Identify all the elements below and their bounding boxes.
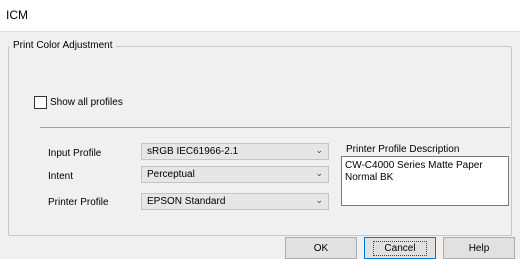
intent-dropdown[interactable]: Perceptual ⌄ [141,166,329,183]
window-title: ICM [6,8,28,22]
printer-profile-dropdown[interactable]: EPSON Standard ⌄ [141,193,329,210]
intent-value: Perceptual [147,169,195,180]
chevron-down-icon: ⌄ [315,195,323,205]
separator [40,127,510,128]
ok-button[interactable]: OK [285,237,357,259]
cancel-button[interactable]: Cancel [364,237,436,259]
printer-profile-label: Printer Profile [48,197,109,208]
help-button[interactable]: Help [443,237,515,259]
cancel-button-label: Cancel [373,240,427,256]
input-profile-dropdown[interactable]: sRGB IEC61966-2.1 ⌄ [141,143,329,160]
title-bar: ICM [0,0,520,32]
checkbox-box[interactable] [34,96,47,109]
chevron-down-icon: ⌄ [315,168,323,178]
chevron-down-icon: ⌄ [315,145,323,155]
input-profile-label: Input Profile [48,148,102,159]
printer-profile-value: EPSON Standard [147,196,226,207]
intent-label: Intent [48,171,74,182]
show-all-profiles-checkbox[interactable]: Show all profiles [34,96,123,109]
printer-profile-description-label: Printer Profile Description [346,144,460,155]
input-profile-value: sRGB IEC61966-2.1 [147,146,239,157]
group-label: Print Color Adjustment [10,40,116,51]
printer-profile-description-box: CW-C4000 Series Matte Paper Normal BK [341,156,509,206]
show-all-profiles-label: Show all profiles [50,97,123,108]
